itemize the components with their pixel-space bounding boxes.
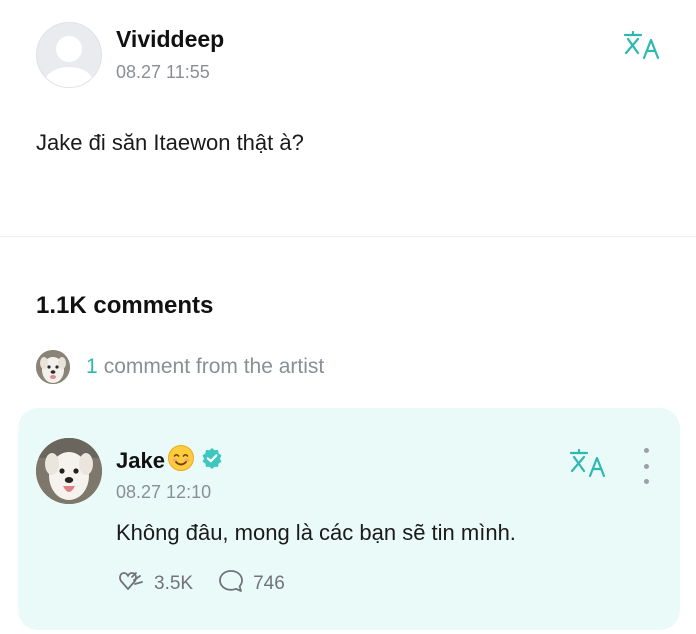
smile-emoji-icon: [167, 444, 195, 477]
comment-author-row: Jake: [116, 444, 223, 477]
comment-author-name[interactable]: Jake: [116, 448, 165, 474]
artist-comments-filter[interactable]: 1 comment from the artist: [36, 350, 324, 384]
verified-badge-icon: [201, 447, 223, 474]
post-meta: Vividdeep 08.27 11:55: [116, 26, 224, 83]
comments-count-heading: 1.1K comments: [36, 292, 214, 319]
more-vertical-icon[interactable]: [640, 448, 652, 484]
artist-comment-count: 1: [86, 355, 98, 378]
post-author-name[interactable]: Vividdeep: [116, 26, 224, 53]
like-button[interactable]: 3.5K: [116, 568, 193, 599]
artist-comment-card: Jake 08.27 12:10 Không đâu, mong là các …: [18, 408, 680, 630]
like-icon: [116, 568, 146, 599]
comment-timestamp: 08.27 12:10: [116, 482, 212, 502]
translate-icon[interactable]: [568, 448, 608, 480]
reply-button[interactable]: 746: [217, 568, 285, 599]
post-timestamp: 08.27 11:55: [116, 62, 210, 82]
comment-actions: 3.5K 746: [116, 568, 309, 599]
like-count: 3.5K: [154, 572, 194, 594]
artist-comment-label: comment from the artist: [103, 355, 325, 378]
artist-avatar: [36, 350, 70, 384]
comment-icon: [217, 568, 245, 599]
default-avatar[interactable]: [36, 22, 102, 88]
post-header: Vividdeep 08.27 11:55: [36, 22, 224, 88]
section-divider: [0, 236, 696, 237]
comment-body-text: Không đâu, mong là các bạn sẽ tin mình.: [116, 520, 516, 545]
comment-author-avatar[interactable]: [36, 438, 102, 504]
reply-count: 746: [253, 572, 285, 594]
translate-icon[interactable]: [622, 30, 662, 62]
post-body-text: Jake đi săn Itaewon thật à?: [36, 130, 304, 155]
